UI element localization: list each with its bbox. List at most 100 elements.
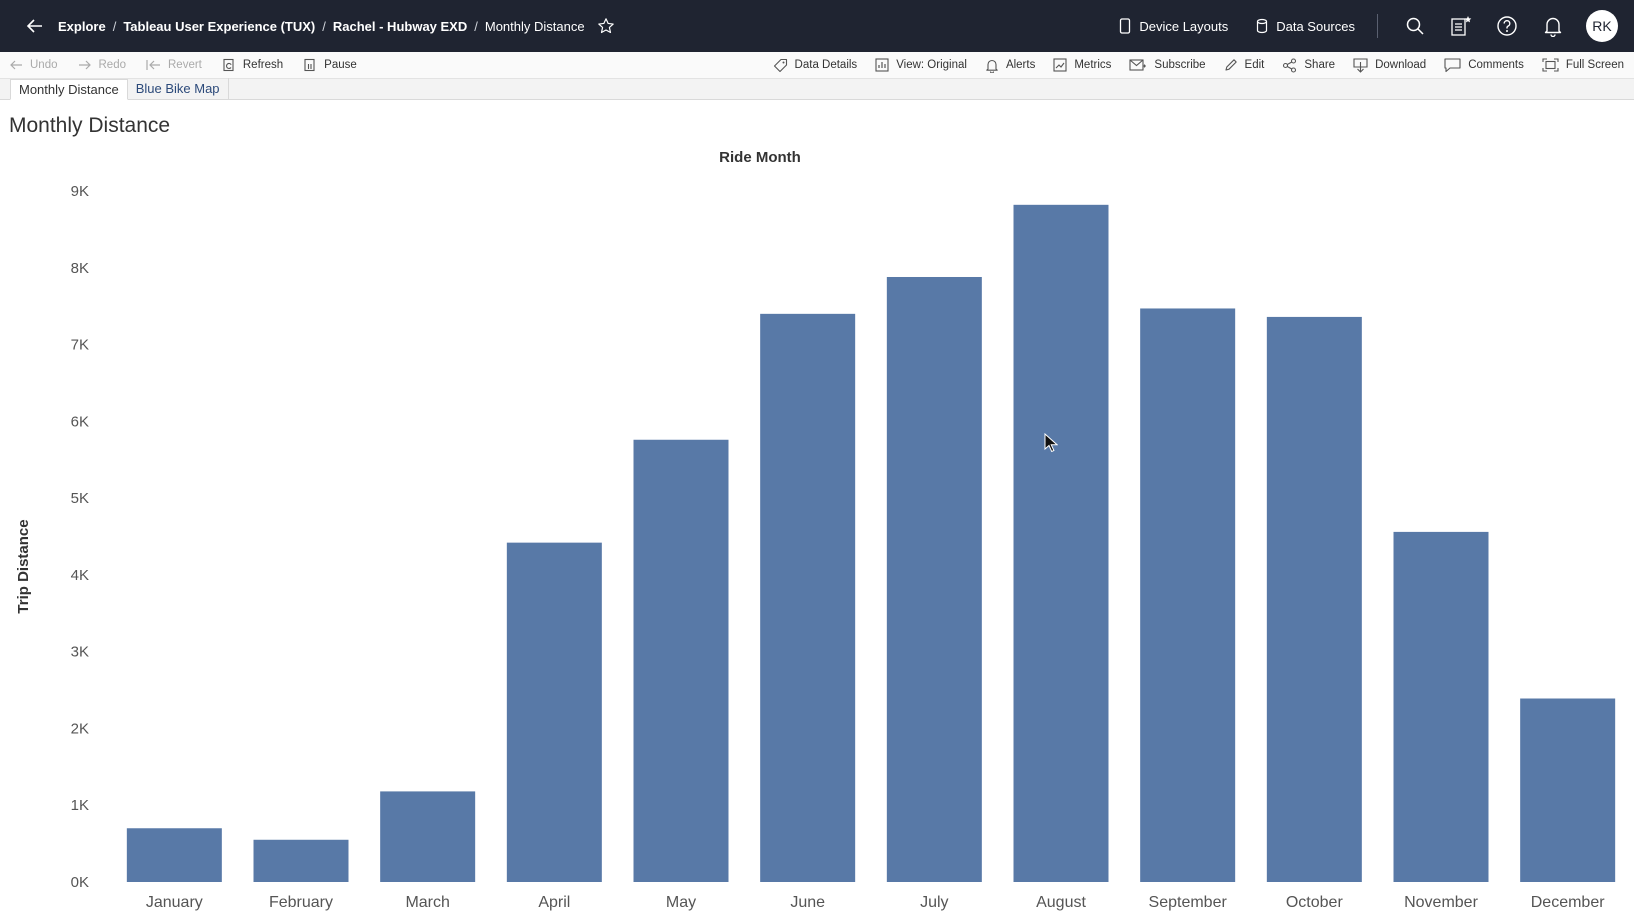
y-tick-label: 7K [71,337,89,354]
redo-button[interactable]: Redo [78,59,127,71]
x-tick-label: November [1404,894,1478,911]
bar-march [380,791,476,882]
revert-icon [146,60,160,70]
view-toolbar: Undo Redo Revert Refresh Pause Data Deta… [0,52,1634,79]
y-tick-label: 1K [71,797,89,814]
search-button[interactable] [1392,0,1438,52]
download-button[interactable]: Download [1353,57,1427,73]
data-sources-button[interactable]: Data Sources [1256,18,1355,34]
y-tick-label: 3K [71,644,89,661]
x-tick-label: June [790,894,825,911]
pause-button[interactable]: Pause [303,58,357,72]
x-tick-label: July [920,894,948,911]
full-screen-button[interactable]: Full Screen [1542,58,1624,72]
y-tick-label: 0K [71,874,89,891]
download-label: Download [1375,59,1427,71]
x-tick-label: September [1149,894,1228,911]
y-tick-label: 9K [71,183,89,200]
pause-icon [304,58,315,72]
data-details-button[interactable]: Data Details [773,58,858,73]
breadcrumb: Explore / Tableau User Experience (TUX) … [58,19,585,34]
favorites-list-button[interactable] [1438,0,1484,52]
x-tick-label: April [538,894,570,911]
refresh-label: Refresh [242,59,284,71]
comment-icon [1444,57,1461,72]
breadcrumb-separator: / [322,18,326,34]
refresh-button[interactable]: Refresh [222,58,283,72]
share-button[interactable]: Share [1282,57,1336,73]
bar-chart: Ride Month Trip Distance 0K 1K 2K 3K 4K 5K 6K 7K 8… [15,149,1616,911]
device-layouts-label: Device Layouts [1139,18,1229,34]
top-bar-actions: Device Layouts Data Sources RK [1119,0,1634,52]
search-icon [1406,17,1424,35]
device-layouts-button[interactable]: Device Layouts [1119,18,1228,34]
pencil-icon [1224,59,1237,71]
mouse-cursor-icon [1044,433,1058,453]
bar-december [1520,698,1616,882]
subscribe-label: Subscribe [1154,59,1206,71]
top-bar-divider [1377,14,1378,38]
alerts-label: Alerts [1005,59,1036,71]
breadcrumb-workbook[interactable]: Rachel - Hubway EXD [333,19,467,34]
y-tick-label: 5K [71,490,89,507]
bar-may [633,439,729,882]
data-details-label: Data Details [794,59,858,71]
breadcrumb-project[interactable]: Tableau User Experience (TUX) [123,19,315,34]
tab-blue-bike-map[interactable]: Blue Bike Map [128,78,229,99]
pause-label: Pause [324,59,357,71]
download-icon [1353,57,1368,73]
breadcrumb-explore[interactable]: Explore [58,19,106,34]
redo-label: Redo [98,59,127,71]
chart-title: Ride Month [719,149,801,166]
view-original-button[interactable]: View: Original [875,58,967,72]
x-tick-label: May [666,894,696,911]
bar-august [1013,204,1109,882]
metrics-button[interactable]: Metrics [1053,58,1111,72]
favorite-button[interactable] [597,17,615,35]
tag-icon [773,58,787,72]
x-tick-label: August [1036,894,1086,911]
share-icon [1283,57,1297,73]
bar-april [506,542,602,882]
share-label: Share [1304,59,1336,71]
edit-button[interactable]: Edit [1224,58,1265,72]
bar-november [1393,531,1489,882]
undo-arrow-icon [10,60,22,70]
alert-bell-icon [986,59,998,73]
x-tick-label: March [405,894,449,911]
help-icon [1497,16,1517,36]
help-button[interactable] [1484,0,1530,52]
view-original-label: View: Original [896,59,967,71]
sheet-tabs: Monthly Distance Blue Bike Map [0,78,1634,100]
redo-arrow-icon [78,60,91,70]
toolbar-left: Undo Redo Revert Refresh Pause [9,58,377,72]
revert-button[interactable]: Revert [146,59,202,71]
back-button[interactable] [16,0,54,52]
breadcrumb-separator: / [474,18,478,34]
top-bar: Explore / Tableau User Experience (TUX) … [0,0,1634,52]
bar-october [1266,316,1362,883]
breadcrumb-view: Monthly Distance [484,18,585,34]
notifications-button[interactable] [1530,0,1576,52]
refresh-icon [223,58,234,72]
avatar[interactable]: RK [1586,10,1618,42]
x-tick-label: February [269,894,333,911]
alerts-button[interactable]: Alerts [985,58,1035,73]
database-icon [1257,18,1268,34]
revert-label: Revert [168,59,202,71]
favorites-list-icon [1451,16,1472,36]
comments-label: Comments [1468,59,1524,71]
breadcrumb-separator: / [112,18,117,34]
undo-button[interactable]: Undo [9,59,58,71]
arrow-left-icon [26,19,42,33]
subscribe-button[interactable]: Subscribe [1129,58,1206,72]
view-canvas: Monthly Distance Ride Month Trip Distance… [0,100,1634,915]
x-tick-label: January [146,894,203,911]
y-tick-label: 2K [71,720,89,737]
bar-february [253,839,349,882]
y-tick-label: 6K [71,413,89,430]
comments-button[interactable]: Comments [1444,57,1524,73]
bar-september [1140,308,1236,883]
tab-monthly-distance[interactable]: Monthly Distance [10,79,128,100]
edit-label: Edit [1244,59,1265,71]
